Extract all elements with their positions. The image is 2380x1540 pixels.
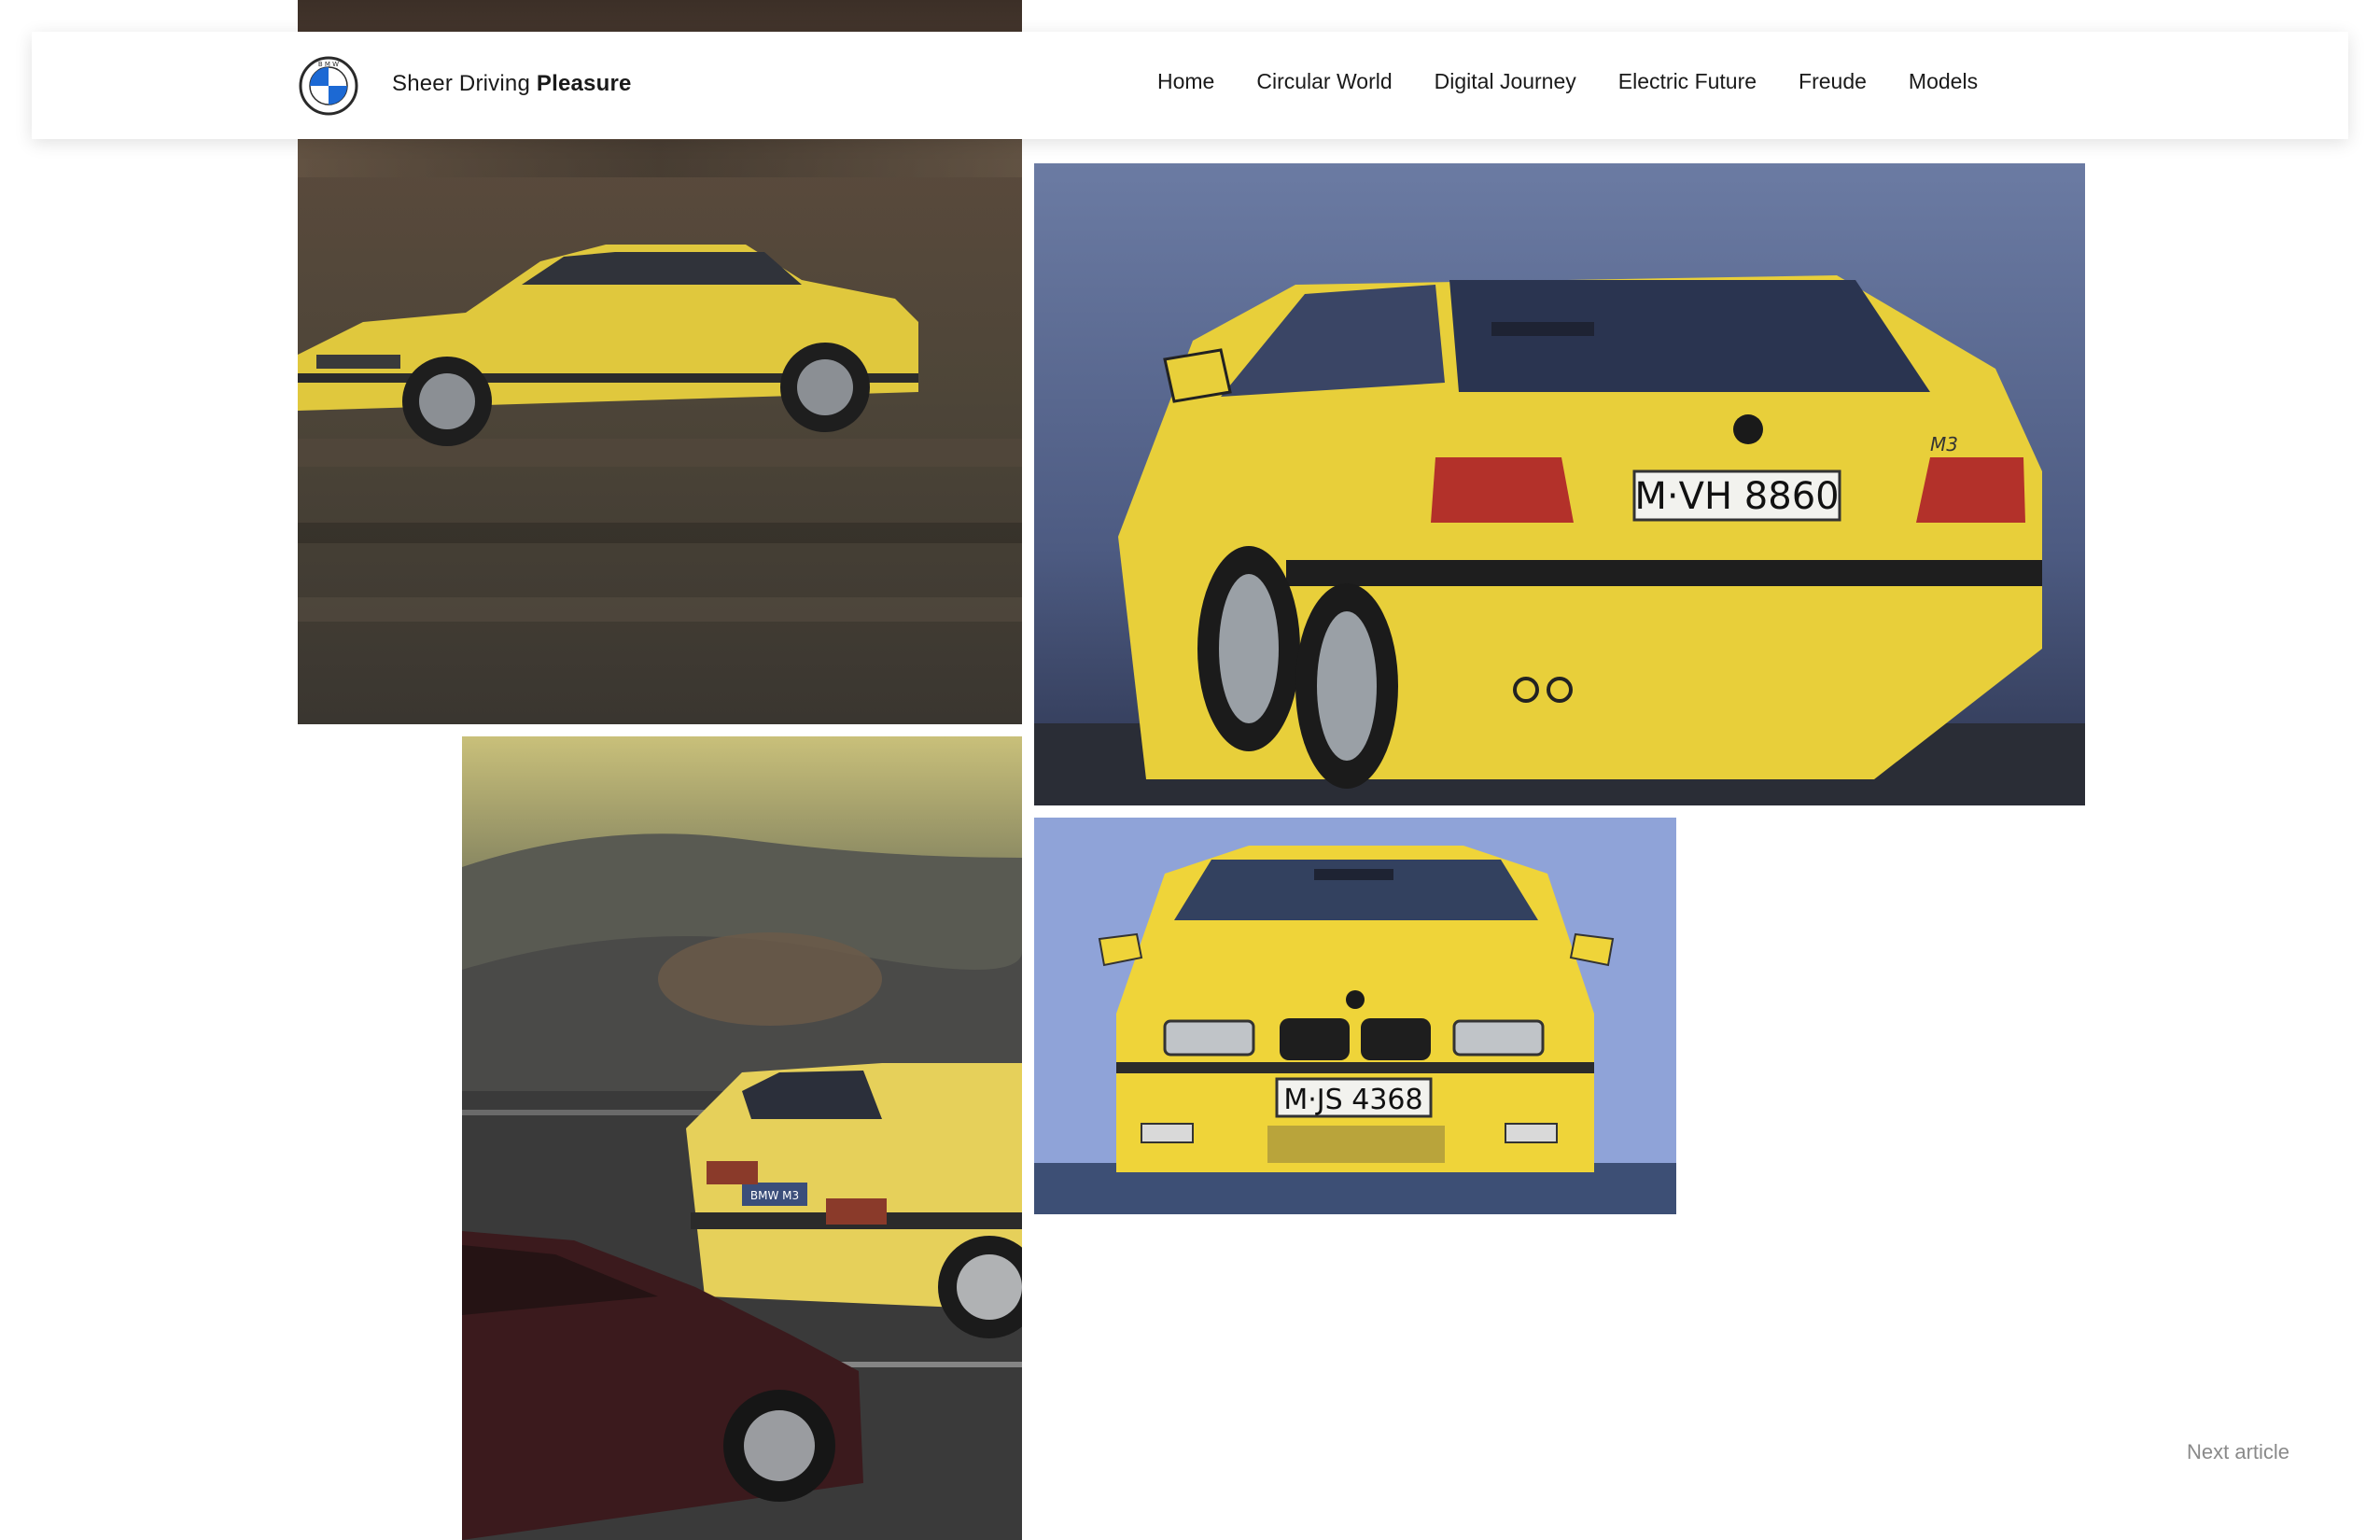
nav-models[interactable]: Models	[1909, 69, 1978, 94]
nav-freude[interactable]: Freude	[1799, 69, 1867, 94]
brand-regular: Sheer Driving	[392, 71, 530, 96]
bmw-roundel-icon[interactable]: B M W	[299, 56, 358, 116]
nav-home[interactable]: Home	[1157, 69, 1214, 94]
svg-text:M3: M3	[1930, 433, 1958, 455]
main-navigation: Home Circular World Digital Journey Elec…	[1157, 69, 2020, 94]
svg-text:B M W: B M W	[318, 61, 339, 68]
nav-digital-journey[interactable]: Digital Journey	[1435, 69, 1576, 94]
next-article-link[interactable]: Next article	[2187, 1440, 2289, 1464]
gallery-image-dusk[interactable]: BMW M3	[462, 736, 1022, 1540]
front-plate-text: M·JS 4368	[1283, 1084, 1422, 1116]
nav-electric-future[interactable]: Electric Future	[1618, 69, 1757, 94]
rear-plate-text: M·VH 8860	[1634, 475, 1839, 518]
top-navigation-bar: B M W Sheer Driving Pleasure Home Circul…	[32, 32, 2348, 139]
brand-tagline[interactable]: Sheer Driving Pleasure	[392, 71, 632, 97]
nav-circular-world[interactable]: Circular World	[1256, 69, 1392, 94]
gallery-image-rear[interactable]: M·VH 8860 M3	[1034, 163, 2085, 805]
brand-bold: Pleasure	[536, 71, 632, 96]
gallery-image-front[interactable]: M·JS 4368	[1034, 818, 1676, 1214]
dusk-plate-text: BMW M3	[750, 1189, 799, 1202]
